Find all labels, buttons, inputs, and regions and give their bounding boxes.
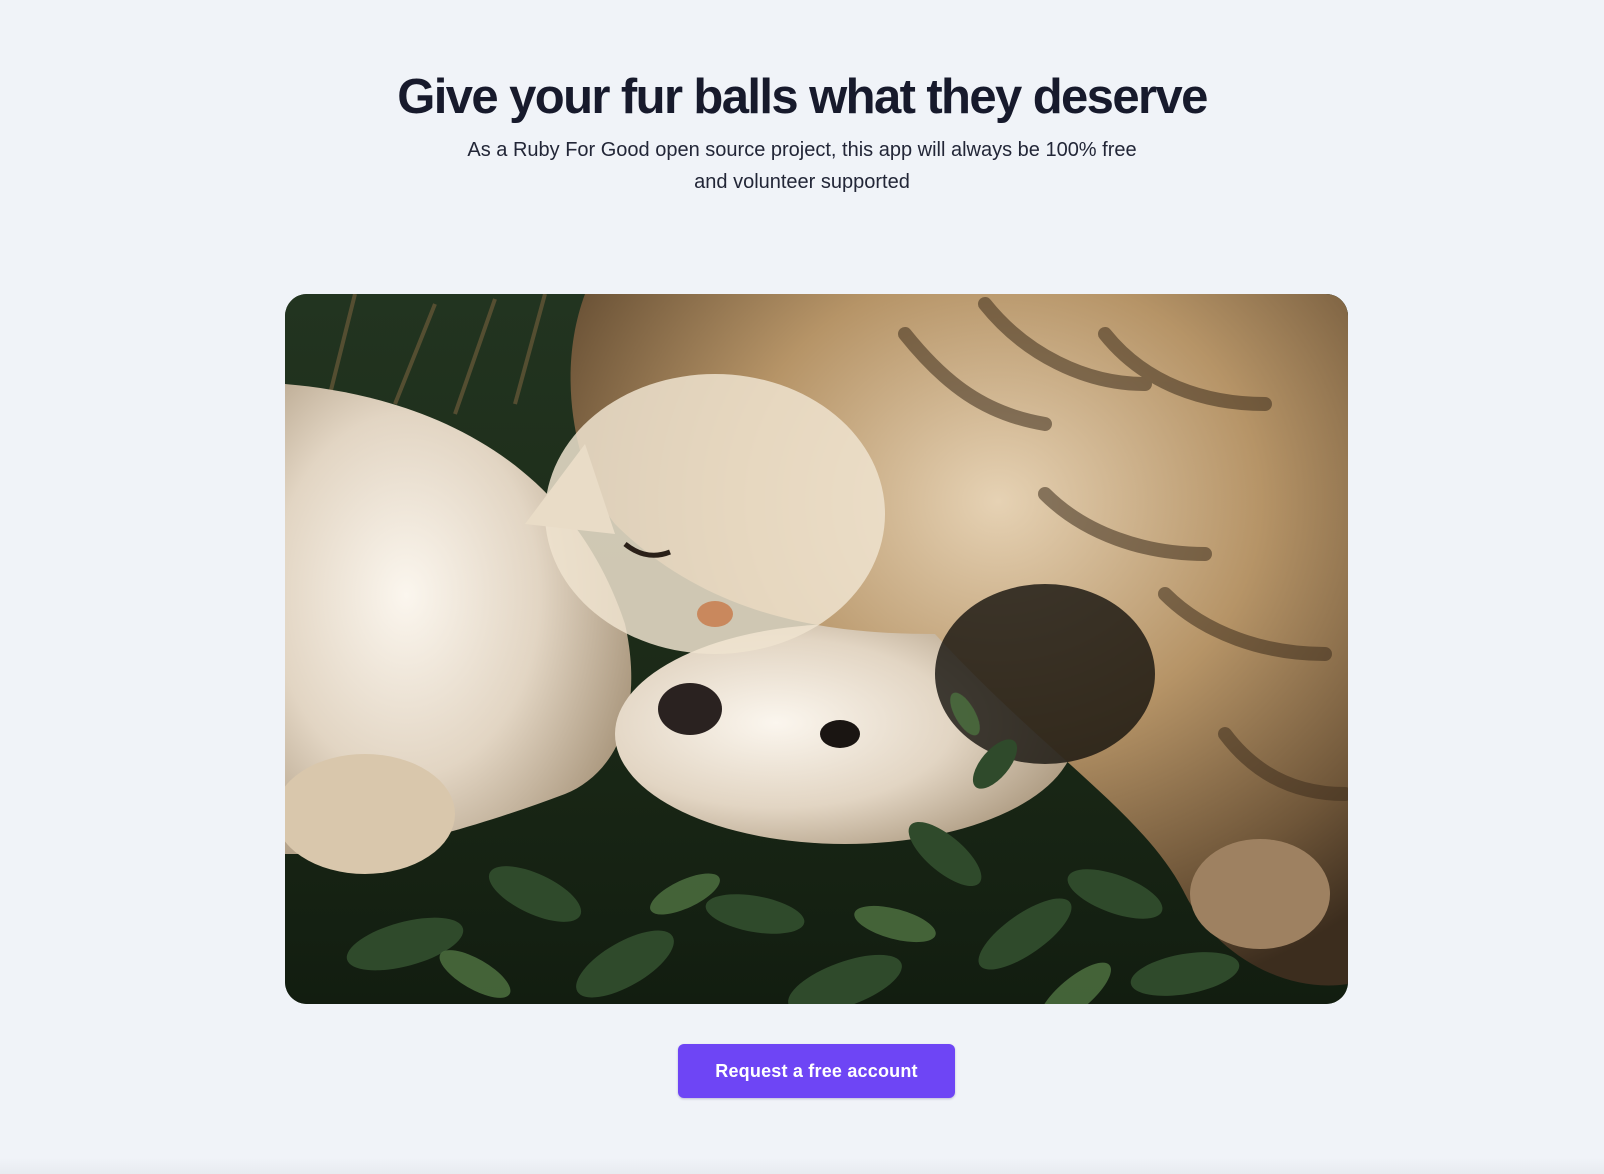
- footer-divider: [0, 1158, 1604, 1174]
- landing-page: Give your fur balls what they deserve As…: [0, 0, 1604, 1174]
- request-free-account-button[interactable]: Request a free account: [678, 1044, 955, 1098]
- hero-subtitle: As a Ruby For Good open source project, …: [467, 139, 1137, 193]
- pet-illustration: [285, 294, 1348, 1004]
- hero-title: Give your fur balls what they deserve: [397, 70, 1208, 124]
- cat-and-dog-photo: [285, 294, 1348, 1004]
